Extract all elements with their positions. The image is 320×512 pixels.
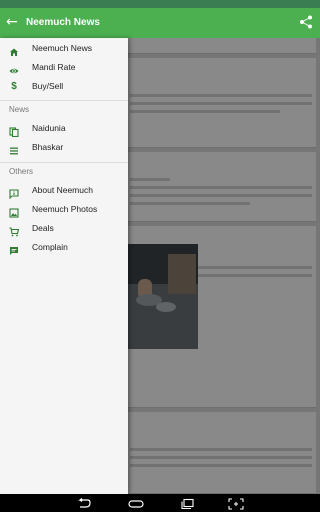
system-nav-bar: [0, 494, 320, 512]
drawer-item-label: About Neemuch: [32, 185, 93, 195]
status-bar: [0, 0, 320, 8]
app-bar: ← Neemuch News: [0, 8, 320, 38]
nav-recents-icon[interactable]: [180, 497, 196, 510]
drawer-item-buy-sell[interactable]: $ Buy/Sell: [0, 77, 128, 96]
drawer-item-label: Deals: [32, 223, 54, 233]
copy-icon: [9, 124, 19, 138]
share-icon[interactable]: [298, 14, 314, 30]
drawer-item-neemuch-photos[interactable]: Neemuch Photos: [0, 200, 128, 219]
section-header-news: News: [9, 105, 30, 114]
nav-back-icon[interactable]: [76, 497, 92, 509]
arrow-back-icon[interactable]: ←: [6, 14, 22, 30]
drawer-item-naidunia[interactable]: Naidunia: [0, 119, 128, 138]
drawer-item-deals[interactable]: Deals: [0, 219, 128, 238]
drawer-item-label: Neemuch News: [32, 43, 92, 53]
drawer-divider: [0, 162, 128, 163]
chat-icon: [9, 243, 19, 255]
app-title: Neemuch News: [26, 17, 100, 28]
drawer-item-complain[interactable]: Complain: [0, 238, 128, 257]
drawer-item-label: Complain: [32, 242, 68, 252]
drawer-item-bhaskar[interactable]: Bhaskar: [0, 138, 128, 157]
drawer-item-label: Mandi Rate: [32, 62, 76, 72]
drawer-item-label: Buy/Sell: [32, 81, 64, 91]
list-icon: [9, 143, 19, 155]
drawer-item-label: Neemuch Photos: [32, 204, 98, 214]
screenshot-icon[interactable]: [228, 497, 244, 510]
drawer-item-about-neemuch[interactable]: About Neemuch: [0, 181, 128, 200]
cart-icon: [9, 224, 20, 237]
drawer-item-neemuch-news[interactable]: Neemuch News: [0, 39, 128, 58]
info-chat-icon: [9, 186, 19, 200]
dollar-icon: $: [11, 81, 17, 92]
nav-home-icon[interactable]: [128, 497, 144, 509]
drawer-item-label: Naidunia: [32, 123, 66, 133]
drawer-item-mandi-rate[interactable]: Mandi Rate: [0, 58, 128, 77]
home-icon: [9, 44, 19, 56]
eye-icon: [9, 63, 19, 74]
drawer-divider: [0, 100, 128, 101]
drawer-item-label: Bhaskar: [32, 142, 64, 152]
section-header-others: Others: [9, 167, 34, 176]
photo-icon: [9, 205, 19, 218]
navigation-drawer: Neemuch News Mandi Rate $ Buy/Sell News …: [0, 38, 128, 494]
